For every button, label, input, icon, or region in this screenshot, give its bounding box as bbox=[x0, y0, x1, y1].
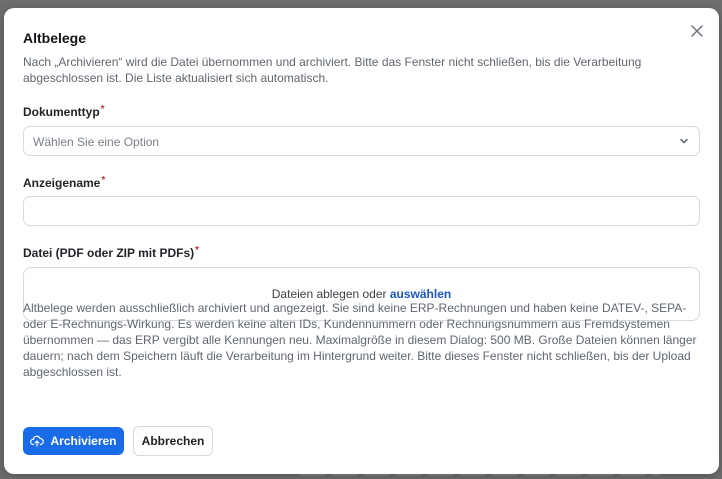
dialog-title: Altbelege bbox=[23, 30, 87, 46]
display-name-label-text: Anzeigename bbox=[23, 176, 101, 190]
document-type-select[interactable]: Wählen Sie eine Option bbox=[23, 126, 700, 156]
cancel-button[interactable]: Abbrechen bbox=[133, 426, 213, 456]
archive-button[interactable]: Archivieren bbox=[23, 427, 124, 455]
close-icon bbox=[691, 25, 703, 37]
document-type-label: Dokumenttyp* bbox=[23, 104, 105, 119]
file-label: Datei (PDF oder ZIP mit PDFs)* bbox=[23, 245, 200, 260]
dropzone-text: Dateien ablegen oder bbox=[271, 287, 387, 301]
required-marker: * bbox=[195, 245, 200, 256]
display-name-label: Anzeigename* bbox=[23, 175, 106, 190]
document-type-label-text: Dokumenttyp bbox=[23, 105, 100, 119]
browse-link[interactable]: auswählen bbox=[390, 287, 451, 301]
chevron-down-icon bbox=[680, 138, 688, 144]
dialog-intro: Nach „Archivieren“ wird die Datei überno… bbox=[23, 55, 642, 85]
display-name-input[interactable] bbox=[23, 196, 700, 226]
required-marker: * bbox=[100, 104, 105, 115]
archive-dialog: Altbelege Nach „Archivieren“ wird die Da… bbox=[4, 8, 719, 474]
required-marker: * bbox=[101, 175, 106, 186]
cloud-upload-icon bbox=[30, 435, 45, 447]
close-button[interactable] bbox=[689, 23, 705, 39]
archive-button-label: Archivieren bbox=[50, 434, 117, 448]
document-type-placeholder: Wählen Sie eine Option bbox=[33, 135, 160, 149]
help-text: Altbelege werden ausschließlich archivie… bbox=[23, 301, 697, 379]
file-label-text: Datei (PDF oder ZIP mit PDFs) bbox=[23, 246, 195, 260]
